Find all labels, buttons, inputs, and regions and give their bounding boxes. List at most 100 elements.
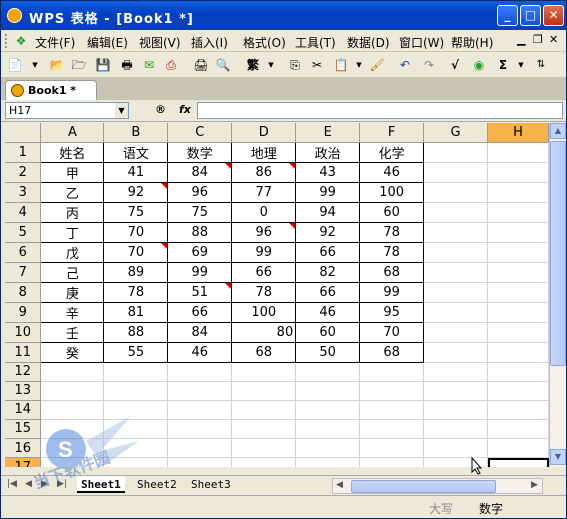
print-preview-icon[interactable]: 🔍: [215, 57, 231, 73]
cell-c10[interactable]: 84: [167, 322, 233, 343]
column-header-d[interactable]: D: [231, 123, 297, 143]
cell-f5[interactable]: 78: [359, 222, 425, 243]
cell-c8[interactable]: 51: [167, 282, 233, 303]
column-header-b[interactable]: B: [103, 123, 169, 143]
cell-f7[interactable]: 68: [359, 262, 425, 283]
row-header[interactable]: 12: [5, 362, 42, 382]
cell-b5[interactable]: 70: [103, 222, 169, 243]
cell-a5[interactable]: 丁: [40, 222, 105, 243]
cell-g7[interactable]: [423, 262, 489, 283]
cell-f16[interactable]: [359, 438, 425, 459]
column-header-c[interactable]: C: [167, 123, 233, 143]
cell-f3[interactable]: 100: [359, 182, 425, 203]
row-header[interactable]: 10: [5, 322, 42, 343]
row-header[interactable]: 8: [5, 282, 42, 303]
cell-a1[interactable]: 姓名: [40, 142, 105, 163]
new-document-icon[interactable]: 📄: [7, 57, 23, 73]
cell-f17[interactable]: [359, 457, 425, 467]
cell-e3[interactable]: 99: [295, 182, 361, 203]
search-function-icon[interactable]: ®: [155, 103, 166, 116]
cell-f6[interactable]: 78: [359, 242, 425, 263]
menu-tools[interactable]: 工具(T): [295, 34, 336, 51]
scroll-right-icon[interactable]: ▶: [531, 480, 538, 490]
traditional-dropdown-icon[interactable]: ▼: [263, 57, 279, 73]
autosum-button[interactable]: Σ: [495, 57, 511, 73]
new-dropdown-icon[interactable]: ▼: [27, 57, 43, 73]
cell-h14[interactable]: [487, 400, 549, 420]
first-sheet-icon[interactable]: |◀: [7, 479, 17, 489]
vertical-scroll-thumb[interactable]: [550, 141, 566, 366]
autosum-dropdown-icon[interactable]: ▼: [513, 57, 529, 73]
save-icon[interactable]: 💾: [95, 57, 111, 73]
doc-restore-icon[interactable]: ❐: [533, 33, 543, 46]
redo-icon[interactable]: ↷: [421, 57, 437, 73]
cell-d11[interactable]: 68: [231, 342, 297, 363]
wps-menu-icon[interactable]: ❖: [13, 33, 29, 49]
cell-h2[interactable]: [487, 162, 549, 183]
cell-f8[interactable]: 99: [359, 282, 425, 303]
name-box[interactable]: H17 ▼: [5, 102, 129, 119]
row-header[interactable]: 1: [5, 142, 42, 163]
cell-f4[interactable]: 60: [359, 202, 425, 223]
cell-b7[interactable]: 89: [103, 262, 169, 283]
cell-h10[interactable]: [487, 322, 549, 343]
export-pdf-icon[interactable]: ⎙: [163, 57, 179, 73]
cell-e11[interactable]: 50: [295, 342, 361, 363]
cell-d6[interactable]: 99: [231, 242, 297, 263]
cell-a4[interactable]: 丙: [40, 202, 105, 223]
open-from-web-icon[interactable]: 🗁: [71, 57, 87, 73]
cell-g6[interactable]: [423, 242, 489, 263]
vertical-scrollbar[interactable]: ▲ ▼: [549, 123, 566, 467]
horizontal-scroll-thumb[interactable]: [351, 480, 496, 493]
cell-d1[interactable]: 地理: [231, 142, 297, 163]
column-header-a[interactable]: A: [40, 123, 105, 143]
cell-h17[interactable]: [487, 457, 549, 467]
minimize-button[interactable]: _: [497, 5, 518, 26]
cell-c15[interactable]: [167, 419, 233, 439]
scroll-up-icon[interactable]: ▲: [550, 123, 566, 139]
cell-a10[interactable]: 壬: [40, 322, 105, 343]
wps-app-icon[interactable]: [7, 8, 22, 23]
select-all-corner[interactable]: [5, 123, 42, 143]
cell-b1[interactable]: 语文: [103, 142, 169, 163]
cell-g16[interactable]: [423, 438, 489, 459]
cell-e8[interactable]: 66: [295, 282, 361, 303]
row-header[interactable]: 13: [5, 381, 42, 401]
cell-e10[interactable]: 60: [295, 322, 361, 343]
cell-b10[interactable]: 88: [103, 322, 169, 343]
cell-g10[interactable]: [423, 322, 489, 343]
maximize-button[interactable]: □: [520, 5, 541, 26]
cell-h7[interactable]: [487, 262, 549, 283]
doc-minimize-icon[interactable]: ▁: [517, 33, 525, 46]
cell-f1[interactable]: 化学: [359, 142, 425, 163]
paste-dropdown-icon[interactable]: ▼: [351, 57, 367, 73]
cell-d3[interactable]: 77: [231, 182, 297, 203]
row-header[interactable]: 9: [5, 302, 42, 323]
cell-d13[interactable]: [231, 381, 297, 401]
close-button[interactable]: ✕: [543, 5, 564, 26]
cell-a13[interactable]: [40, 381, 105, 401]
column-header-g[interactable]: G: [423, 123, 489, 143]
cell-h6[interactable]: [487, 242, 549, 263]
cell-b12[interactable]: [103, 362, 169, 382]
document-tab-book1[interactable]: Book1 *: [5, 80, 97, 100]
row-header[interactable]: 11: [5, 342, 42, 363]
cell-c9[interactable]: 66: [167, 302, 233, 323]
chart-wizard-icon[interactable]: ◉: [471, 57, 487, 73]
cut-icon[interactable]: ✂: [309, 57, 325, 73]
menu-format[interactable]: 格式(O): [243, 34, 286, 51]
sheet-tab-sheet3[interactable]: Sheet3: [187, 476, 235, 493]
cell-g14[interactable]: [423, 400, 489, 420]
cell-e13[interactable]: [295, 381, 361, 401]
cell-c1[interactable]: 数学: [167, 142, 233, 163]
cell-c2[interactable]: 84: [167, 162, 233, 183]
print-icon[interactable]: 🖨: [193, 57, 209, 73]
open-folder-icon[interactable]: 📂: [49, 57, 65, 73]
copy-icon[interactable]: ⎘: [287, 57, 303, 73]
cell-h8[interactable]: [487, 282, 549, 303]
send-mail-icon[interactable]: ✉: [141, 57, 157, 73]
cell-f14[interactable]: [359, 400, 425, 420]
row-header[interactable]: 4: [5, 202, 42, 223]
cell-a7[interactable]: 己: [40, 262, 105, 283]
row-header[interactable]: 3: [5, 182, 42, 203]
